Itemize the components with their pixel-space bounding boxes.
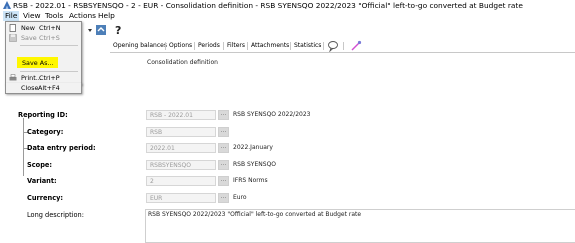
scope-lookup-button[interactable]: ...	[218, 160, 229, 170]
tab-strip: Opening balances Options Periods Filters…	[110, 40, 575, 53]
currency-label: Currency:	[27, 194, 64, 202]
variant-lookup-button[interactable]: ...	[218, 176, 229, 186]
window-title: RSB - 2022.01 - RSBSYENSQO - 2 - EUR - C…	[13, 1, 523, 10]
category-lookup-button[interactable]: ...	[218, 127, 229, 137]
file-menu-new[interactable]: New Ctrl+N	[6, 23, 81, 33]
file-menu-save[interactable]: Save Ctrl+S	[6, 33, 81, 43]
question-mark-icon: ?	[115, 24, 121, 37]
data-entry-period-lookup-button[interactable]: ...	[218, 143, 229, 153]
file-menu-bottom: Close Alt+F4	[5, 83, 82, 94]
variant-field[interactable]: 2	[146, 176, 216, 186]
data-entry-period-field[interactable]: 2022.01	[146, 143, 216, 153]
printer-icon	[9, 74, 17, 81]
file-menu: New Ctrl+N Save Ctrl+S Save As... Print.…	[5, 21, 82, 85]
category-label: Category:	[27, 128, 64, 136]
tab-links[interactable]	[347, 40, 367, 52]
currency-description: Euro	[233, 194, 247, 201]
reporting-id-label: Reporting ID:	[18, 111, 68, 119]
refresh-button[interactable]	[93, 22, 109, 36]
toolbar: ?	[0, 21, 575, 38]
file-menu-save-as[interactable]: Save As...	[6, 58, 81, 68]
file-menu-close[interactable]: Close Alt+F4	[6, 83, 81, 93]
currency-lookup-button[interactable]: ...	[218, 193, 229, 203]
menu-tools[interactable]: Tools	[45, 11, 63, 21]
tab-statistics[interactable]: Statistics	[291, 40, 324, 52]
link-icon	[351, 40, 362, 51]
tab-periods[interactable]: Periods	[195, 40, 223, 52]
speech-bubble-icon	[328, 41, 338, 53]
variant-description: IFRS Norms	[233, 177, 268, 184]
tab-comments[interactable]	[324, 40, 344, 53]
reporting-id-lookup-button[interactable]: ...	[218, 110, 229, 120]
refresh-icon	[96, 25, 106, 35]
form-header: Consolidation definition	[147, 59, 218, 66]
scope-label: Scope:	[27, 161, 53, 169]
data-entry-period-description: 2022.January	[233, 144, 273, 151]
tab-options[interactable]: Options	[166, 40, 195, 52]
save-icon	[9, 34, 17, 42]
help-button[interactable]: ?	[110, 22, 126, 37]
menu-view[interactable]: View	[23, 11, 41, 21]
data-entry-period-label: Data entry period:	[27, 144, 96, 152]
long-description-box[interactable]: RSB SYENSQO 2022/2023 "Official" left-to…	[145, 209, 575, 243]
new-document-icon	[9, 24, 16, 32]
long-description-text: RSB SYENSQO 2022/2023 "Official" left-to…	[148, 211, 362, 218]
scope-field[interactable]: RSBSYENSQO	[146, 160, 216, 170]
reporting-id-field[interactable]: RSB - 2022.01	[146, 110, 216, 120]
svg-text:?: ?	[115, 24, 121, 37]
tab-filters[interactable]: Filters	[224, 40, 248, 52]
category-field[interactable]: RSB	[146, 127, 216, 137]
tab-attachments[interactable]: Attachments	[248, 40, 292, 52]
reporting-id-description: RSB SYENSQO 2022/2023	[233, 111, 311, 118]
currency-field[interactable]: EUR	[146, 193, 216, 203]
file-menu-print[interactable]: Print... Ctrl+P	[6, 73, 81, 83]
menu-file[interactable]: File	[3, 11, 20, 21]
app-icon	[3, 1, 11, 9]
tab-opening-balances[interactable]: Opening balances	[110, 40, 170, 52]
scope-description: RSB SYENSQO	[233, 161, 277, 168]
long-description-label: Long description:	[27, 211, 84, 219]
variant-label: Variant:	[27, 177, 57, 185]
menu-actions[interactable]: Actions	[69, 11, 96, 21]
window-title-bar: RSB - 2022.01 - RSBSYENSQO - 2 - EUR - C…	[0, 0, 575, 11]
menu-bar: File View Tools Actions Help	[0, 11, 575, 21]
menu-help[interactable]: Help	[98, 11, 115, 21]
